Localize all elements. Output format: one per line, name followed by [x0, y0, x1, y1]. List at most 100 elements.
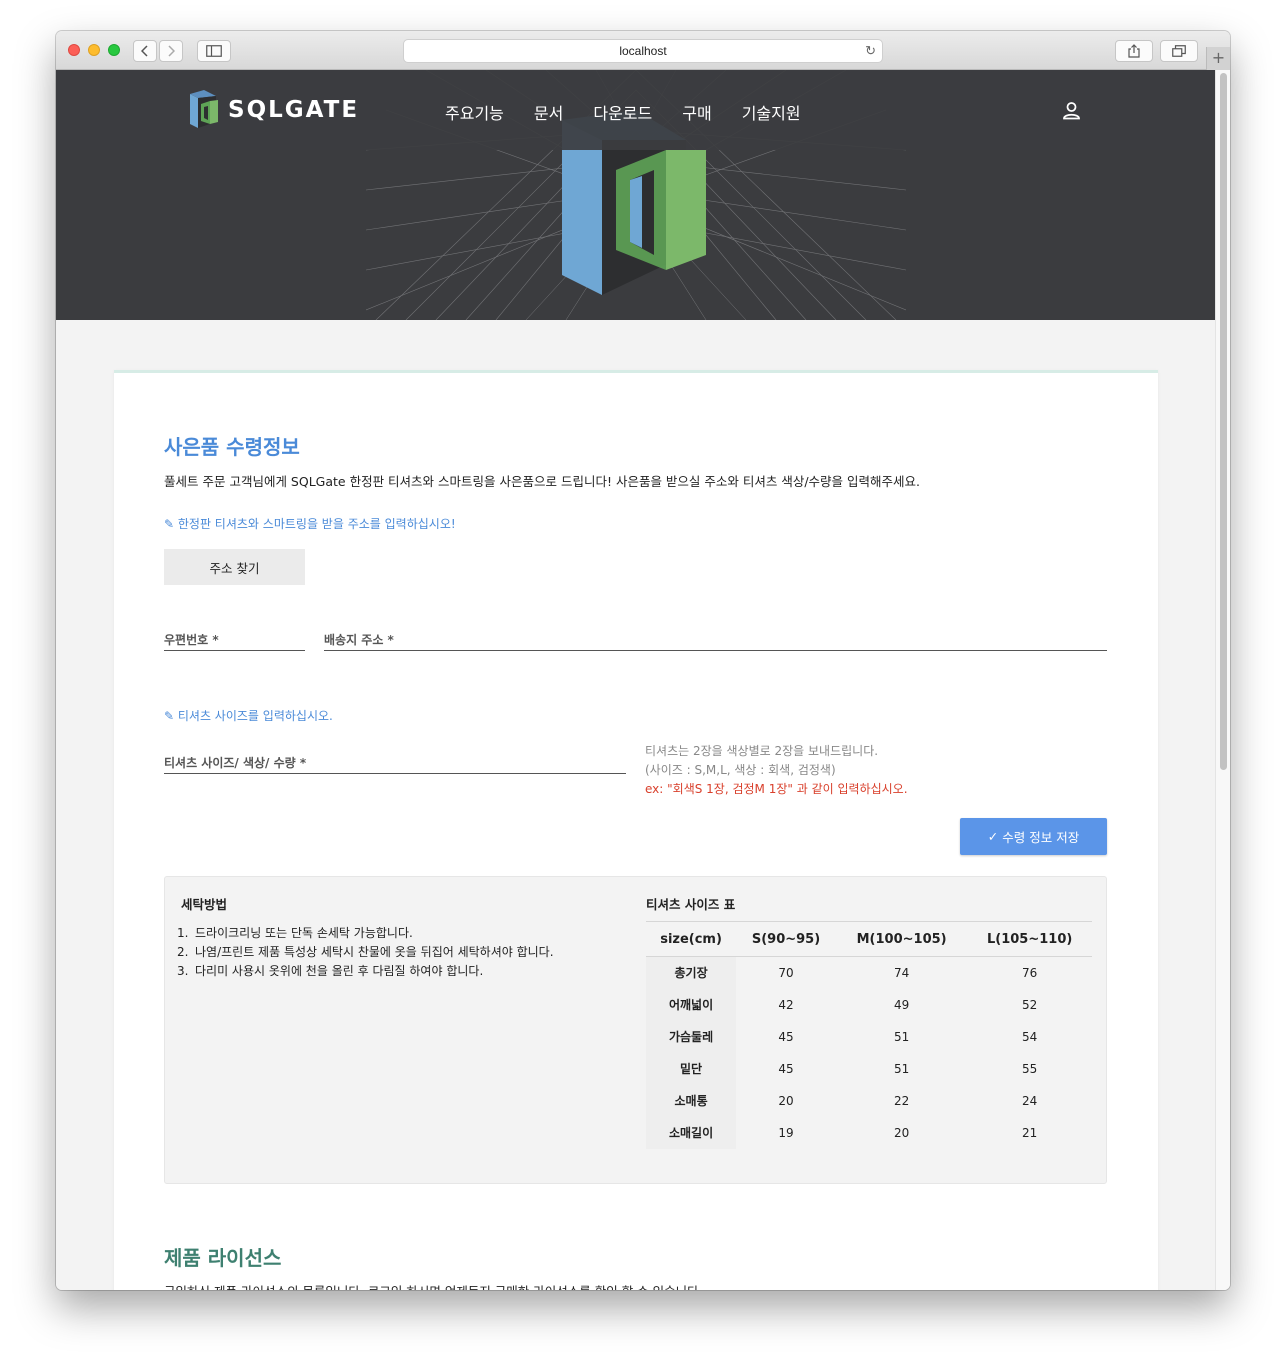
- table-cell: 49: [893, 997, 910, 1012]
- list-item: 2. 나염/프린트 제품 특성상 세탁시 찬물에 옷을 뒤집어 세탁하셔야 합니다…: [177, 945, 554, 959]
- table-row-label: 밑단: [646, 1052, 737, 1085]
- license-description: 구입하신 제품 라이선스의 목록입니다. 로그인 하시면 언제든지 구매한 라이…: [164, 1281, 703, 1290]
- minimize-window-button[interactable]: [88, 44, 100, 56]
- browser-window: localhost ↻ + SQLGATE 주요기능 문서 다운로드 구매 기술…: [56, 31, 1230, 1290]
- back-button[interactable]: [133, 40, 157, 62]
- size-chart-title: 티셔츠 사이즈 표: [646, 897, 736, 912]
- tshirt-size-color-quantity-field[interactable]: 티셔츠 사이즈/ 색상/ 수량 *: [164, 752, 626, 774]
- table-header-cell: M(100~105): [835, 921, 968, 957]
- tabs-overview-button[interactable]: [1160, 40, 1198, 62]
- check-icon: ✓: [987, 829, 1003, 844]
- list-item: 3. 다리미 사용시 옷위에 천을 올린 후 다림질 하여야 합니다.: [177, 964, 484, 978]
- pencil-icon: ✎: [164, 517, 178, 531]
- address-hint: ✎ 한정판 티셔츠와 스마트링을 받을 주소를 입력하십시오!: [164, 515, 456, 532]
- nav-item-support[interactable]: 기술지원: [742, 100, 801, 124]
- table-row-label: 소매통: [646, 1084, 737, 1117]
- site-navbar: SQLGATE 주요기능 문서 다운로드 구매 기술지원: [56, 70, 1215, 150]
- table-cell: 22: [893, 1093, 910, 1108]
- size-chart-table: size(cm) S(90~95) M(100~105) L(105~110) …: [646, 921, 1092, 1149]
- table-row: 가슴둘레 45 51 54: [646, 1020, 1092, 1053]
- table-row-label: 가슴둘레: [646, 1020, 737, 1053]
- size-hint-text: 티셔츠 사이즈를 입력하십시오.: [177, 709, 333, 723]
- washing-instructions-list: 1. 드라이크리닝 또는 단독 손세탁 가능합니다. 2. 나염/프린트 제품 특성…: [177, 924, 554, 981]
- table-cell: 76: [1022, 965, 1038, 980]
- table-cell: 45: [778, 1061, 794, 1076]
- browser-titlebar: localhost ↻ +: [56, 31, 1230, 70]
- table-cell: 51: [893, 1061, 910, 1076]
- table-cell: 21: [1022, 1125, 1038, 1140]
- page-scrollbar[interactable]: [1215, 70, 1230, 1290]
- table-row-label: 소매길이: [646, 1116, 737, 1149]
- nav-item-purchase[interactable]: 구매: [682, 100, 711, 124]
- postal-code-label: 우편번호 *: [164, 633, 219, 647]
- pencil-icon: ✎: [164, 709, 178, 723]
- table-cell: 74: [893, 965, 910, 980]
- gift-description: 풀세트 주문 고객님에게 SQLGate 한정판 티셔츠와 스마트링을 사은품으…: [164, 474, 921, 489]
- url-text: localhost: [619, 44, 667, 58]
- save-receipt-info-button[interactable]: ✓ 수령 정보 저장: [960, 818, 1107, 855]
- tshirt-info-box: 세탁방법 1. 드라이크리닝 또는 단독 손세탁 가능합니다. 2. 나염/프린트 …: [164, 876, 1107, 1184]
- table-cell: 20: [778, 1093, 794, 1108]
- size-hint: ✎ 티셔츠 사이즈를 입력하십시오.: [164, 707, 333, 724]
- address-bar[interactable]: localhost ↻: [403, 39, 883, 63]
- reload-icon[interactable]: ↻: [865, 43, 876, 59]
- tshirt-note: 티셔츠는 2장을 색상별로 2장을 보내드립니다. (사이즈 : S,M,L, …: [645, 742, 908, 799]
- shipping-address-field[interactable]: 배송지 주소 *: [324, 629, 1107, 651]
- table-header-row: size(cm) S(90~95) M(100~105) L(105~110): [646, 921, 1092, 957]
- tshirt-note-line2: (사이즈 : S,M,L, 색상 : 회색, 검정색): [645, 763, 836, 777]
- share-button[interactable]: [1115, 40, 1153, 62]
- table-cell: 51: [893, 1029, 910, 1044]
- table-row-label: 총기장: [646, 956, 737, 989]
- tshirt-field-label: 티셔츠 사이즈/ 색상/ 수량 *: [164, 756, 307, 770]
- table-cell: 52: [1022, 997, 1038, 1012]
- washing-title: 세탁방법: [181, 897, 228, 912]
- table-row: 총기장 70 74 76: [646, 956, 1092, 989]
- tshirt-note-line1: 티셔츠는 2장을 색상별로 2장을 보내드립니다.: [645, 744, 879, 758]
- nav-item-features[interactable]: 주요기능: [445, 100, 504, 124]
- user-account-icon[interactable]: [1062, 101, 1081, 120]
- license-section-title: 제품 라이선스: [164, 1246, 282, 1270]
- nav-item-download[interactable]: 다운로드: [593, 100, 652, 124]
- table-cell: 45: [778, 1029, 794, 1044]
- table-cell: 19: [778, 1125, 794, 1140]
- find-address-button[interactable]: 주소 찾기: [164, 549, 305, 585]
- gift-section-title: 사은품 수령정보: [164, 435, 300, 459]
- save-button-label: 수령 정보 저장: [1002, 830, 1080, 845]
- chevron-right-icon: [168, 45, 175, 57]
- table-cell: 20: [893, 1125, 910, 1140]
- main-nav: 주요기능 문서 다운로드 구매 기술지원: [445, 100, 801, 124]
- address-hint-text: 한정판 티셔츠와 스마트링을 받을 주소를 입력하십시오!: [177, 517, 456, 531]
- share-icon: [1128, 44, 1140, 58]
- tabs-icon: [1172, 45, 1186, 57]
- table-header-cell: size(cm): [646, 921, 737, 957]
- table-cell: 54: [1022, 1029, 1038, 1044]
- page-viewport: SQLGATE 주요기능 문서 다운로드 구매 기술지원 사은품 수령정보 풀세…: [56, 70, 1230, 1290]
- forward-button[interactable]: [159, 40, 183, 62]
- scrollbar-thumb[interactable]: [1220, 73, 1227, 770]
- table-row: 소매통 20 22 24: [646, 1084, 1092, 1117]
- table-row: 소매길이 19 20 21: [646, 1116, 1092, 1149]
- sqlgate-logo-icon: [190, 90, 218, 128]
- nav-item-docs[interactable]: 문서: [534, 100, 563, 124]
- tshirt-note-example: ex: "회색S 1장, 검정M 1장" 과 같이 입력하십시오.: [645, 782, 908, 796]
- brand-name: SQLGATE: [228, 97, 360, 123]
- close-window-button[interactable]: [68, 44, 80, 56]
- table-cell: 42: [778, 997, 794, 1012]
- new-tab-button[interactable]: +: [1206, 47, 1230, 70]
- table-row-label: 어깨넓이: [646, 988, 737, 1021]
- chevron-left-icon: [141, 45, 148, 57]
- content-card: 사은품 수령정보 풀세트 주문 고객님에게 SQLGate 한정판 티셔츠와 스…: [114, 370, 1158, 1290]
- table-header-cell: L(105~110): [967, 921, 1092, 957]
- zoom-window-button[interactable]: [108, 44, 120, 56]
- sidebar-toggle-button[interactable]: [197, 40, 231, 62]
- table-cell: 70: [778, 965, 794, 980]
- shipping-address-label: 배송지 주소 *: [324, 633, 394, 647]
- table-cell: 55: [1022, 1061, 1038, 1076]
- brand-logo[interactable]: SQLGATE: [188, 88, 359, 132]
- table-row: 밑단 45 51 55: [646, 1052, 1092, 1085]
- sidebar-icon: [206, 45, 222, 57]
- hero-banner: SQLGATE 주요기능 문서 다운로드 구매 기술지원: [56, 70, 1215, 320]
- postal-code-field[interactable]: 우편번호 *: [164, 629, 305, 651]
- table-header-cell: S(90~95): [736, 921, 836, 957]
- table-row: 어깨넓이 42 49 52: [646, 988, 1092, 1021]
